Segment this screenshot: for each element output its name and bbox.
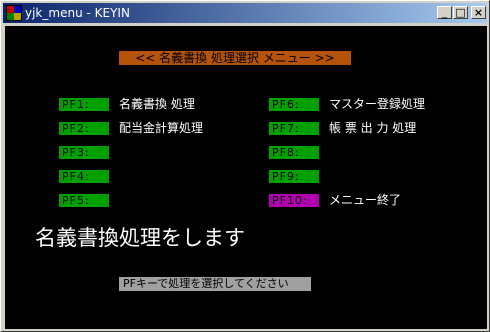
pf9-key[interactable]: PF9: <box>269 170 319 183</box>
pf3-key[interactable]: PF3: <box>59 146 109 159</box>
pf8-key[interactable]: PF8: <box>269 146 319 159</box>
pf7-key[interactable]: PF7: <box>269 122 319 135</box>
pf10-key[interactable]: PF10: <box>269 194 319 207</box>
window-title: yjk_menu - KEYIN <box>25 6 130 20</box>
minimize-button[interactable]: _ <box>437 6 452 19</box>
pf6-label: マスター登録処理 <box>329 97 426 111</box>
close-button[interactable]: × <box>471 6 486 19</box>
app-window: yjk_menu - KEYIN _ □ × << 名義書換 処理選択 メニュー… <box>0 0 490 332</box>
pf10-label: メニュー終了 <box>329 193 402 207</box>
pf2-key[interactable]: PF2: <box>59 122 109 135</box>
console-screen[interactable]: << 名義書換 処理選択 メニュー >> PF1: 名義書換 処理 PF2: 配… <box>5 26 487 329</box>
pf5-key[interactable]: PF5: <box>59 194 109 207</box>
maximize-button[interactable]: □ <box>453 6 468 19</box>
pf1-key[interactable]: PF1: <box>59 98 109 111</box>
status-message: 名義書換処理をします <box>35 226 245 250</box>
app-icon[interactable] <box>6 5 22 21</box>
pf2-label: 配当金計算処理 <box>119 121 204 135</box>
prompt-bar: PFキーで処理を選択してください <box>119 277 311 291</box>
pf6-key[interactable]: PF6: <box>269 98 319 111</box>
pf4-key[interactable]: PF4: <box>59 170 109 183</box>
menu-header: << 名義書換 処理選択 メニュー >> <box>119 51 351 65</box>
pf1-label: 名義書換 処理 <box>119 97 195 111</box>
title-bar[interactable]: yjk_menu - KEYIN _ □ × <box>3 3 487 23</box>
pf7-label: 帳 票 出 力 処理 <box>329 121 417 135</box>
